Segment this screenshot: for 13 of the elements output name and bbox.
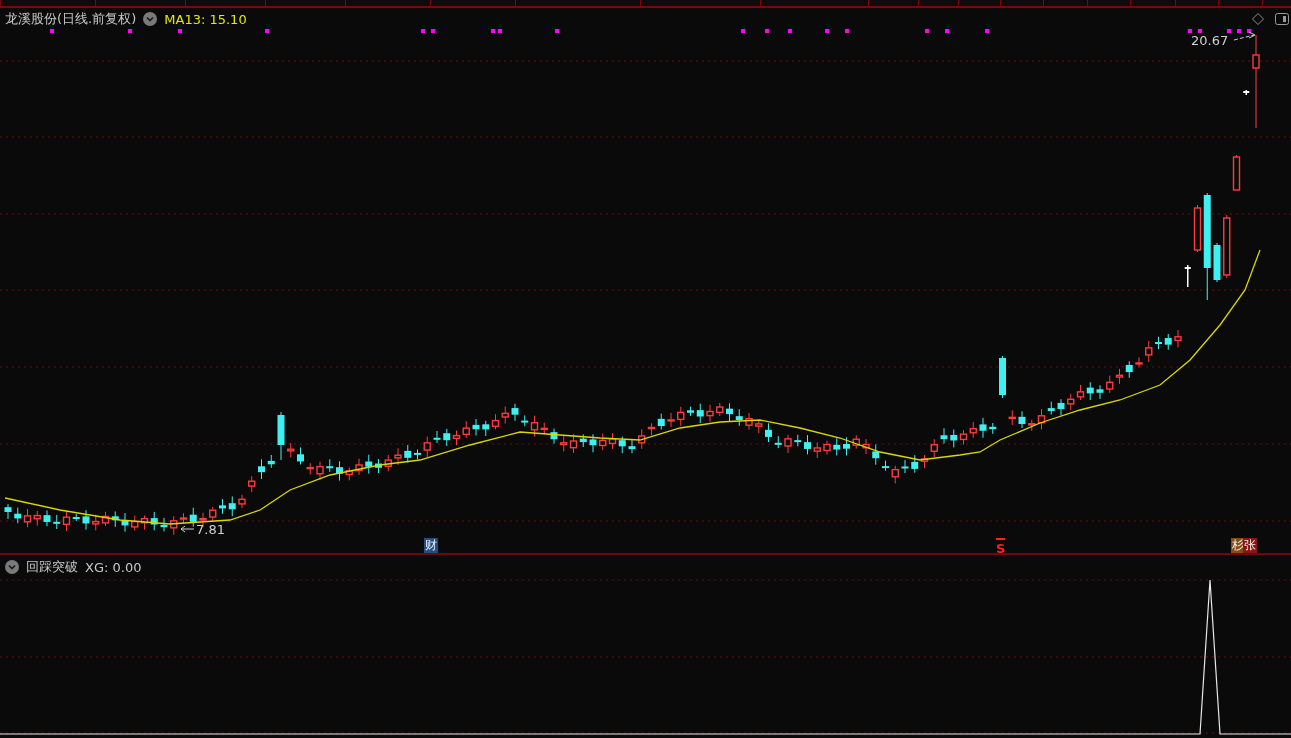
low-price-label: 7.81 [196,522,225,537]
marker-badge: 财 [424,538,438,553]
high-price-label: 20.67 [1191,33,1229,48]
stock-title: 龙溪股份(日线.前复权) [5,10,137,28]
ma-reading: MA13: 15.10 [164,11,247,27]
high-arrow [1233,31,1256,41]
left-arrow-icon [179,525,195,533]
indicator-name: 回踩突破 [26,558,78,576]
panel-toggle-icon[interactable] [1275,13,1289,25]
indicator-reading: XG: 0.00 [85,559,142,575]
dropdown-icon[interactable] [143,12,158,26]
dropdown-icon[interactable] [5,560,19,574]
marker-badge: 张 [1243,538,1257,553]
